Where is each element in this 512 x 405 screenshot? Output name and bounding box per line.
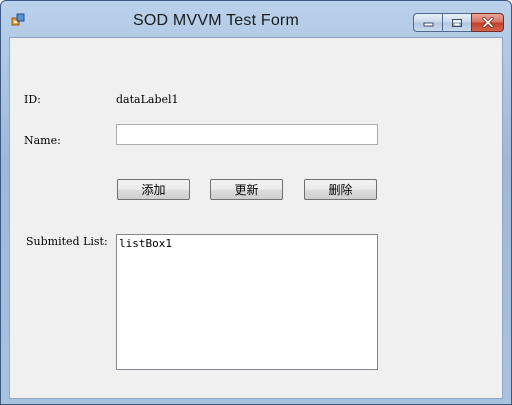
window-title: SOD MVVM Test Form [133, 12, 299, 29]
maximize-button[interactable] [442, 13, 471, 32]
maximize-icon [452, 18, 462, 27]
add-button[interactable]: 添加 [117, 179, 190, 200]
close-button[interactable] [471, 13, 504, 32]
id-value-label: dataLabel1 [116, 93, 179, 106]
submitted-listbox[interactable]: listBox1 [116, 234, 378, 370]
minimize-button[interactable] [413, 13, 442, 32]
form-client-area: ID: dataLabel1 Name: 添加 更新 删除 Submited L… [9, 37, 503, 399]
list-item[interactable]: listBox1 [117, 235, 377, 252]
close-icon [481, 17, 494, 28]
caption-buttons [413, 13, 504, 32]
submitted-list-label: Submited List: [26, 235, 108, 248]
application-window: SOD MVVM Test Form ID: dataLabel1 Name: … [0, 0, 512, 405]
minimize-icon [423, 22, 433, 27]
delete-button[interactable]: 删除 [304, 179, 377, 200]
name-input[interactable] [116, 124, 378, 145]
name-label: Name: [24, 134, 61, 147]
title-bar[interactable]: SOD MVVM Test Form [1, 1, 511, 37]
update-button[interactable]: 更新 [210, 179, 283, 200]
id-label: ID: [24, 93, 41, 106]
